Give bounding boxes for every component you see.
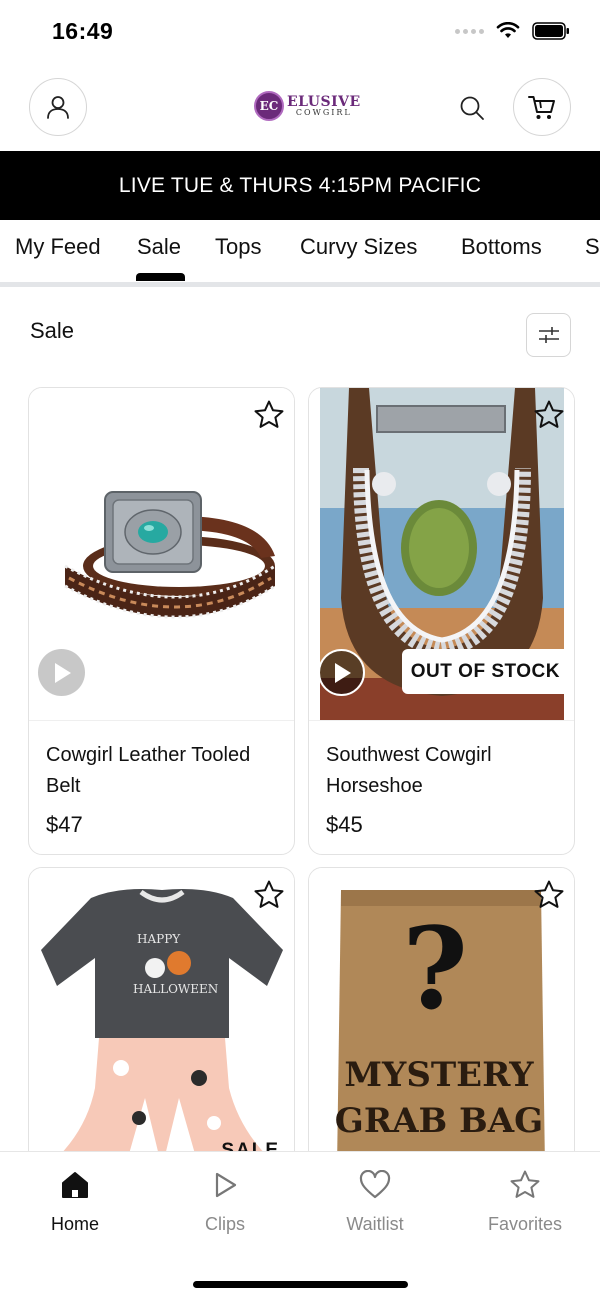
logo-sub-text: COWGIRL [295, 108, 352, 117]
user-icon [47, 96, 69, 119]
halloween-outfit-image: HAPPY HALLOWEEN [41, 889, 283, 1166]
home-indicator[interactable] [193, 1281, 408, 1288]
product-name[interactable]: Southwest Cowgirl Horseshoe [326, 740, 556, 802]
status-time: 16:49 [52, 18, 114, 44]
product-name[interactable]: Cowgirl Leather Tooled Belt [46, 740, 276, 802]
star-outline-icon [254, 400, 284, 428]
brand-logo[interactable]: EC ELUSIVE COWGIRL [254, 91, 361, 121]
favorite-button[interactable] [252, 398, 286, 432]
play-video-button[interactable] [318, 649, 365, 696]
out-of-stock-badge: OUT OF STOCK [401, 649, 574, 694]
cart-icon [528, 96, 555, 119]
mystery-bag-image: ? MYSTERY GRAB BAG [335, 890, 545, 1166]
tab-next-partial[interactable]: S [585, 234, 600, 260]
grab-bag-text: GRAB BAG [335, 1101, 543, 1141]
tab-tops[interactable]: Tops [215, 234, 261, 260]
category-tabs: My Feed Sale Tops Curvy Sizes Bottoms S [0, 220, 600, 282]
mystery-text: MYSTERY [344, 1055, 534, 1095]
star-icon [510, 1170, 540, 1198]
product-price: $47 [46, 812, 83, 837]
home-icon [62, 1172, 88, 1198]
nav-clips[interactable]: Clips [165, 1168, 285, 1235]
tab-curvy-sizes[interactable]: Curvy Sizes [300, 234, 417, 260]
banner-text: LIVE TUE & THURS 4:15PM PACIFIC [118, 173, 482, 197]
battery-icon [532, 22, 569, 40]
product-image[interactable]: OUT OF STOCK [309, 388, 574, 721]
play-video-button[interactable] [38, 649, 85, 696]
tab-my-feed[interactable]: My Feed [15, 234, 101, 260]
product-card[interactable]: Cowgirl Leather Tooled Belt $47 [28, 387, 295, 855]
nav-favorites[interactable]: Favorites [465, 1168, 585, 1235]
play-icon [334, 662, 351, 683]
filter-button[interactable] [526, 313, 571, 357]
nav-home-label: Home [50, 1214, 99, 1234]
favorite-button[interactable] [532, 398, 566, 432]
product-image[interactable] [29, 388, 294, 721]
tabs-divider [0, 282, 600, 287]
signal-icon [455, 28, 484, 34]
play-icon [54, 662, 71, 683]
star-outline-icon [534, 400, 564, 428]
active-tab-indicator [136, 273, 185, 281]
logo-badge: EC [254, 91, 284, 121]
nav-home[interactable]: Home [15, 1168, 135, 1235]
status-icons [455, 22, 570, 40]
product-card[interactable]: OUT OF STOCK Southwest Cowgirl Horseshoe… [308, 387, 575, 855]
product-price: $45 [326, 812, 363, 837]
nav-waitlist[interactable]: Waitlist [315, 1168, 435, 1235]
shirt-text-happy: HAPPY [137, 932, 181, 946]
app-header: EC ELUSIVE COWGIRL [0, 78, 600, 138]
question-mark: ? [402, 904, 468, 1035]
product-image[interactable]: ? MYSTERY GRAB BAG [309, 868, 574, 1166]
product-card[interactable]: ? MYSTERY GRAB BAG [308, 867, 575, 1167]
search-button[interactable] [456, 92, 488, 124]
section-title: Sale [30, 318, 75, 343]
cart-button[interactable] [513, 78, 571, 136]
tab-sale[interactable]: Sale [137, 234, 181, 260]
nav-waitlist-label: Waitlist [346, 1214, 404, 1234]
nav-clips-label: Clips [204, 1214, 245, 1234]
play-outline-icon [215, 1172, 237, 1198]
status-bar: 16:49 [0, 0, 600, 66]
product-card[interactable]: HAPPY HALLOWEEN SALE [28, 867, 295, 1167]
search-icon [460, 96, 484, 120]
favorite-button[interactable] [252, 878, 286, 912]
account-button[interactable] [29, 78, 87, 136]
bottom-navigation: Home Clips Waitlist Favorites [0, 1151, 600, 1299]
shirt-text-halloween: HALLOWEEN [133, 982, 218, 996]
tab-bottoms[interactable]: Bottoms [461, 234, 542, 260]
logo-main-text: ELUSIVE [287, 94, 361, 110]
wifi-icon [496, 22, 520, 38]
heart-icon [359, 1170, 391, 1199]
sliders-icon [538, 327, 559, 343]
live-schedule-banner: LIVE TUE & THURS 4:15PM PACIFIC [0, 151, 600, 220]
product-image[interactable]: HAPPY HALLOWEEN SALE [29, 868, 294, 1166]
nav-favorites-label: Favorites [487, 1214, 563, 1234]
star-outline-icon [534, 880, 564, 908]
star-outline-icon [254, 880, 284, 908]
favorite-button[interactable] [532, 878, 566, 912]
